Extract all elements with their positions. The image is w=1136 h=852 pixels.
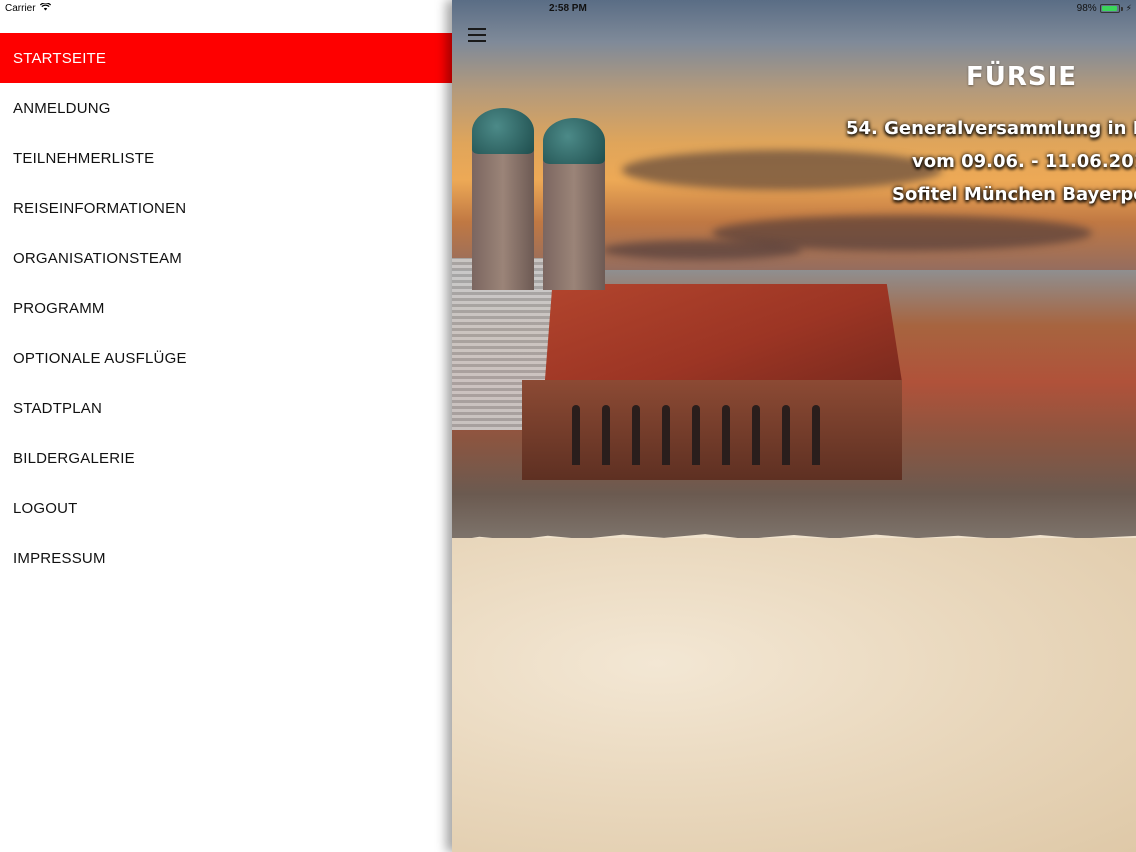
sidebar-item-stadtplan[interactable]: STADTPLAN — [0, 383, 452, 433]
church-roof — [544, 284, 902, 382]
church-window — [662, 405, 670, 465]
headline-line-1: 54. Generalversammlung in Mü — [846, 118, 1136, 139]
status-bar: Carrier 2:58 PM 98% ⚡ — [0, 0, 1136, 18]
fuersie-logo: FÜRSIE — [966, 62, 1078, 92]
wifi-icon — [39, 2, 51, 14]
main-content: FÜRSIE 54. Generalversammlung in Mü vom … — [452, 0, 1136, 852]
tower-dome-right — [543, 118, 605, 164]
parchment-background — [452, 538, 1136, 852]
church-window — [782, 405, 790, 465]
church-window — [632, 405, 640, 465]
sidebar-item-anmeldung[interactable]: ANMELDUNG — [0, 83, 452, 133]
battery-tip — [1120, 6, 1123, 11]
sidebar-item-programm[interactable]: PROGRAMM — [0, 283, 452, 333]
church-window — [722, 405, 730, 465]
church-window — [752, 405, 760, 465]
sidebar-item-bildergalerie[interactable]: BILDERGALERIE — [0, 433, 452, 483]
sidebar-item-reiseinformationen[interactable]: REISEINFORMATIONEN — [0, 183, 452, 233]
carrier-label: Carrier — [5, 3, 36, 14]
sidebar-menu: STARTSEITE ANMELDUNG TEILNEHMERLISTE REI… — [0, 0, 452, 852]
church-tower-left — [472, 140, 534, 290]
sidebar-item-organisationsteam[interactable]: ORGANISATIONSTEAM — [0, 233, 452, 283]
status-left: Carrier — [5, 2, 51, 14]
hamburger-menu-icon[interactable] — [468, 28, 486, 42]
menu-list: STARTSEITE ANMELDUNG TEILNEHMERLISTE REI… — [0, 33, 452, 583]
sidebar-item-optionale-ausfluege[interactable]: OPTIONALE AUSFLÜGE — [0, 333, 452, 383]
sidebar-item-teilnehmerliste[interactable]: TEILNEHMERLISTE — [0, 133, 452, 183]
church-window — [692, 405, 700, 465]
sidebar-item-logout[interactable]: LOGOUT — [0, 483, 452, 533]
church-window — [602, 405, 610, 465]
status-time: 2:58 PM — [549, 3, 587, 14]
tower-dome-left — [472, 108, 534, 154]
church-window — [572, 405, 580, 465]
headline-line-2: vom 09.06. - 11.06.2017 — [912, 151, 1136, 172]
church-window — [812, 405, 820, 465]
status-right: 98% ⚡ — [1077, 3, 1132, 14]
cloud — [602, 240, 802, 260]
sidebar-item-impressum[interactable]: IMPRESSUM — [0, 533, 452, 583]
battery-icon — [1099, 4, 1120, 13]
battery-percent: 98% — [1076, 3, 1097, 14]
sidebar-item-startseite[interactable]: STARTSEITE — [0, 33, 452, 83]
headline-line-3: Sofitel München Bayerpos — [892, 184, 1136, 205]
charging-bolt-icon: ⚡ — [1125, 3, 1132, 13]
